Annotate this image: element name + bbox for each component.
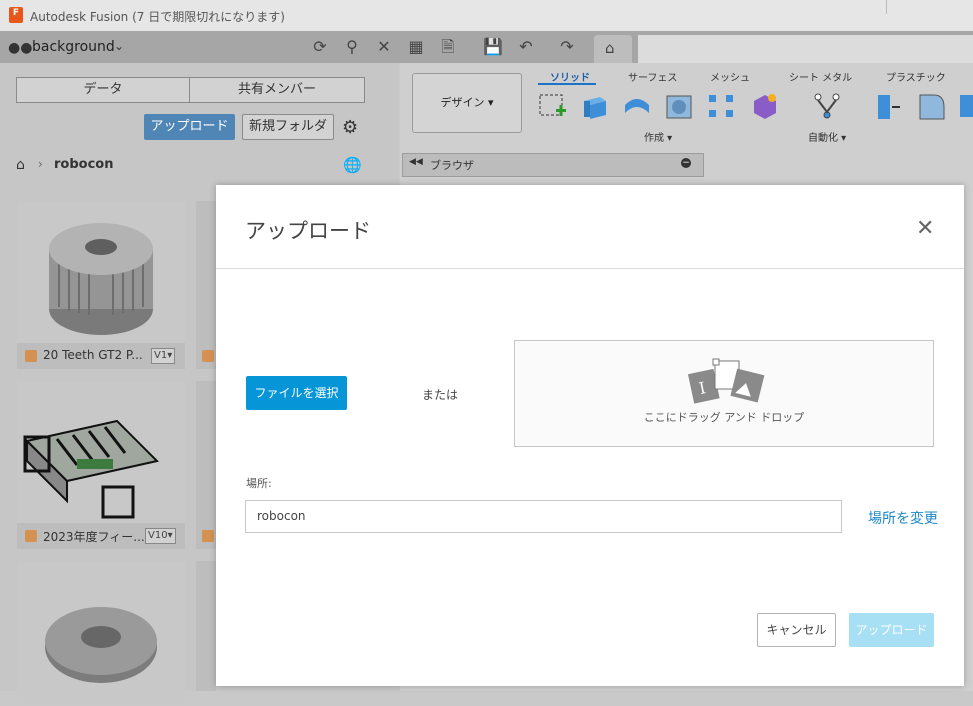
workspace-label: デザイン [440,96,485,109]
dialog-divider [216,268,964,269]
close-icon[interactable]: ✕ [374,37,394,57]
revolve-icon[interactable] [622,91,652,121]
tab-solid[interactable]: ソリッド [550,69,590,84]
tab-data[interactable]: データ [16,77,190,103]
save-icon[interactable]: 💾 [483,37,503,57]
globe-icon[interactable]: 🌐 [343,156,362,174]
document-tab-strip [638,35,973,63]
collapse-icon[interactable]: ◀◀ [409,157,423,167]
redo-icon[interactable]: ↷ [557,37,577,57]
tab-surface[interactable]: サーフェス [628,69,677,84]
component-cube-icon [202,350,214,362]
active-tab-indicator [538,83,596,85]
dialog-title: アップロード [245,219,371,243]
component-cube-icon [202,530,214,542]
file-menu-icon[interactable]: 🗎 [438,37,458,57]
close-icon[interactable]: ✕ [916,216,934,241]
version-badge[interactable]: V1▾ [151,348,176,364]
team-icon[interactable]: ●● [8,40,32,56]
list-item[interactable] [196,381,216,549]
upload-dialog: アップロード ✕ ファイルを選択 または I ここにドラッグ アンド ドロップ … [216,185,964,686]
panel-upload-button[interactable]: アップロード [144,114,235,140]
create-sketch-icon[interactable] [538,91,568,121]
chevron-right-icon: › [38,157,43,171]
tab-shared-members[interactable]: 共有メンバー [189,77,365,103]
create-form-icon[interactable] [750,91,780,121]
home-icon: ⌂ [605,39,615,57]
drop-zone[interactable]: I ここにドラッグ アンド ドロップ [514,340,934,447]
cancel-button[interactable]: キャンセル [757,613,836,647]
item-name: 2023年度フィー... [43,530,145,544]
list-item[interactable] [196,561,216,691]
upload-button[interactable]: アップロード [849,613,934,647]
home-tab[interactable]: ⌂ [594,35,632,63]
tab-plastic[interactable]: プラスチック [886,69,946,84]
team-selector[interactable]: background [32,39,115,55]
fusion-logo-icon: F [9,7,23,23]
top-toolbar: ●● background ⌄ ⟳ ⚲ ✕ ▦ 🗎 💾 ↶ ↷ ⌂ [0,31,973,63]
tab-sheet-metal[interactable]: シート メタル [789,69,852,84]
list-item[interactable] [17,561,185,703]
chevron-down-icon[interactable]: ⌄ [114,39,124,53]
drag-drop-files-icon: I [687,358,765,404]
automate-menu[interactable]: 自動化 ▾ [808,129,846,144]
change-location-link[interactable]: 場所を変更 [868,508,938,528]
list-item[interactable] [196,201,216,369]
item-thumbnail [17,201,185,343]
workspace-switcher[interactable]: デザイン ▾ [412,73,522,133]
item-name: 20 Teeth GT2 P... [43,348,143,362]
boss-icon[interactable] [956,91,973,121]
new-folder-button[interactable]: 新規フォルダ [242,114,334,140]
plastic-rule-icon[interactable] [874,91,904,121]
drop-label: ここにドラッグ アンド ドロップ [643,411,805,424]
location-label: 場所: [246,477,272,490]
refresh-icon[interactable]: ⟳ [310,37,330,57]
list-item[interactable]: 20 Teeth GT2 P... V1▾ [17,201,185,369]
item-thumbnail [17,561,185,703]
tab-mesh[interactable]: メッシュ [710,69,750,84]
browser-label: ブラウザ [430,159,474,172]
list-item[interactable]: 2023年度フィー... V10▾ [17,381,185,549]
grid-menu-icon[interactable]: ▦ [406,37,426,57]
or-label: または [422,388,459,402]
component-cube-icon [25,350,37,362]
pattern-icon[interactable] [706,91,736,121]
home-icon[interactable]: ⌂ [16,157,25,173]
create-menu[interactable]: 作成 ▾ [644,129,672,144]
item-thumbnail [17,381,185,523]
automate-icon[interactable] [812,91,842,121]
hole-icon[interactable] [664,91,694,121]
window-title: Autodesk Fusion (7 日で期限切れになります) [30,10,285,24]
minus-icon[interactable]: − [681,158,691,168]
search-icon[interactable]: ⚲ [342,37,362,57]
location-field[interactable]: robocon [245,500,842,533]
version-badge[interactable]: V10▾ [145,528,176,544]
shell-icon[interactable] [916,91,946,121]
window-edge [886,0,973,14]
extrude-icon[interactable] [580,91,610,121]
gear-icon[interactable]: ⚙ [342,117,358,138]
undo-icon[interactable]: ↶ [516,37,536,57]
title-bar: F Autodesk Fusion (7 日で期限切れになります) [0,0,973,31]
component-cube-icon [25,530,37,542]
choose-file-button[interactable]: ファイルを選択 [246,376,347,410]
browser-panel-header[interactable]: ◀◀ ブラウザ − [402,153,704,177]
breadcrumb[interactable]: robocon [54,157,113,172]
